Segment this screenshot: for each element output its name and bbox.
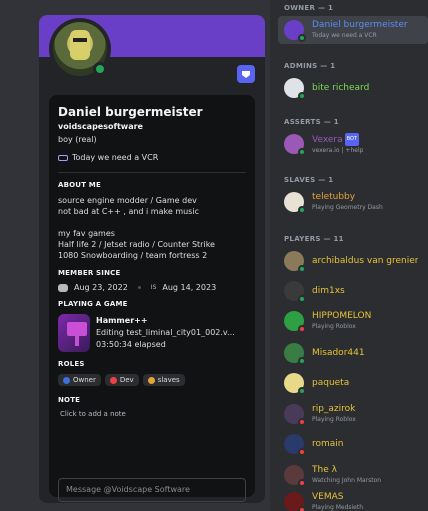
member-name: Vexera BOT	[312, 133, 359, 146]
pronouns: boy (real)	[58, 135, 97, 144]
member-item[interactable]: VEMAS Playing Medsieth	[278, 488, 428, 511]
username: voidscapesoftware	[58, 122, 143, 131]
member-since-row: Aug 23, 2022 IS Aug 14, 2023	[58, 283, 246, 292]
member-list: OWNER — 1 Daniel burgermeister Today we …	[274, 0, 428, 511]
message-input[interactable]: Message @Voidscape Software	[58, 478, 246, 502]
role-color-icon	[109, 376, 117, 384]
note-input[interactable]: Click to add a note	[58, 410, 246, 418]
vhs-emoji-icon	[58, 154, 68, 161]
about-line: not bad at C++ , and i make music	[58, 207, 199, 216]
roles-list: Owner Dev slaves	[58, 374, 246, 386]
member-item[interactable]: dim1xs	[278, 277, 428, 305]
member-activity: Playing Roblox	[312, 416, 356, 423]
member-item[interactable]: HIPPOMELON Playing Roblox	[278, 307, 428, 335]
avatar	[284, 192, 306, 214]
member-name: VEMAS	[312, 492, 344, 502]
avatar	[284, 434, 306, 456]
avatar	[284, 20, 306, 42]
avatar	[284, 251, 306, 273]
avatar	[284, 134, 306, 156]
group-title-slaves: SLAVES — 1	[284, 176, 334, 184]
member-item[interactable]: rip_azirok Playing Roblox	[278, 400, 428, 428]
member-name: The λ	[312, 465, 337, 475]
member-name: Misador441	[312, 347, 365, 358]
hammer-game-icon	[58, 314, 90, 352]
member-name: bite richeard	[312, 82, 370, 93]
avatar	[284, 492, 306, 511]
avatar	[284, 78, 306, 100]
about-line: source engine modder / Game dev	[58, 196, 197, 205]
member-name: romain	[312, 438, 344, 449]
avatar	[284, 404, 306, 426]
avatar	[284, 311, 306, 333]
member-activity: Watching John Marston	[312, 477, 382, 484]
member-name: Daniel burgermeister	[312, 20, 408, 30]
discord-join-date: Aug 23, 2022	[74, 283, 128, 292]
member-item[interactable]: Misador441	[278, 339, 428, 367]
group-title-owner: OWNER — 1	[284, 4, 334, 12]
profile-avatar[interactable]	[49, 18, 111, 80]
role-color-icon	[63, 376, 70, 384]
role-label: slaves	[157, 376, 180, 384]
bot-tag: BOT	[344, 133, 359, 146]
game-name: Hammer++	[96, 316, 148, 325]
member-activity: Playing Geometry Dash	[312, 204, 383, 211]
avatar	[284, 343, 306, 365]
game-detail: Editing test_liminal_city01_002.v...	[96, 328, 235, 337]
profile-popout: Daniel burgermeister voidscapesoftware b…	[39, 15, 265, 503]
role-label: Dev	[119, 376, 134, 384]
avatar	[284, 465, 306, 487]
about-text: source engine modder / Game dev not bad …	[58, 195, 246, 261]
member-activity: vexera.io | +help	[312, 147, 364, 154]
member-item[interactable]: teletubby Playing Geometry Dash	[278, 188, 428, 216]
server-icon: IS	[150, 284, 157, 291]
note-title: NOTE	[58, 396, 81, 404]
member-activity: Today we need a VCR	[312, 32, 377, 39]
member-name: dim1xs	[312, 285, 345, 296]
group-title-asserts: ASSERTS — 1	[284, 118, 339, 126]
member-item[interactable]: Vexera BOT vexera.io | +help	[278, 130, 428, 158]
member-activity: Playing Medsieth	[312, 504, 364, 511]
custom-status: Today we need a VCR	[58, 153, 246, 162]
role-slaves[interactable]: slaves	[142, 374, 185, 386]
online-status-icon	[93, 62, 107, 76]
game-activity: Hammer++ Editing test_liminal_city01_002…	[58, 314, 246, 352]
member-item[interactable]: Daniel burgermeister Today we need a VCR	[278, 16, 428, 44]
group-title-admins: ADMINS — 1	[284, 62, 336, 70]
member-item[interactable]: The λ Watching John Marston	[278, 461, 428, 489]
server-join-date: Aug 14, 2023	[162, 283, 217, 292]
avatar	[284, 281, 306, 303]
profile-card: Daniel burgermeister voidscapesoftware b…	[49, 95, 255, 502]
avatar	[284, 373, 306, 395]
member-name: HIPPOMELON	[312, 311, 372, 321]
group-title-players: PLAYERS — 11	[284, 235, 344, 243]
role-dev[interactable]: Dev	[104, 374, 139, 386]
member-name: paqueta	[312, 377, 350, 388]
nitro-badge-icon[interactable]	[237, 65, 255, 83]
roles-title: ROLES	[58, 360, 85, 368]
display-name[interactable]: Daniel burgermeister	[58, 105, 246, 119]
member-name: rip_azirok	[312, 404, 356, 414]
divider	[58, 172, 246, 173]
member-since-title: MEMBER SINCE	[58, 269, 121, 277]
member-activity: Playing Roblox	[312, 323, 356, 330]
role-label: Owner	[73, 376, 96, 384]
member-item[interactable]: romain	[278, 430, 428, 458]
role-owner[interactable]: Owner	[58, 374, 101, 386]
about-line: my fav games	[58, 229, 115, 238]
member-item[interactable]: paqueta	[278, 369, 428, 397]
playing-title: PLAYING A GAME	[58, 300, 128, 308]
role-color-icon	[147, 376, 155, 384]
custom-status-text: Today we need a VCR	[72, 153, 159, 162]
about-line: Half life 2 / Jetset radio / Counter Str…	[58, 240, 215, 249]
discord-logo-icon	[58, 283, 68, 292]
member-name: teletubby	[312, 192, 356, 202]
about-line: 1080 Snowboarding / team fortress 2	[58, 251, 208, 260]
member-item[interactable]: archibaldus van grenier	[278, 247, 428, 275]
about-title: ABOUT ME	[58, 181, 101, 189]
member-item[interactable]: bite richeard	[278, 74, 428, 102]
member-name: archibaldus van grenier	[312, 255, 419, 266]
game-elapsed: 03:50:34 elapsed	[96, 340, 166, 349]
